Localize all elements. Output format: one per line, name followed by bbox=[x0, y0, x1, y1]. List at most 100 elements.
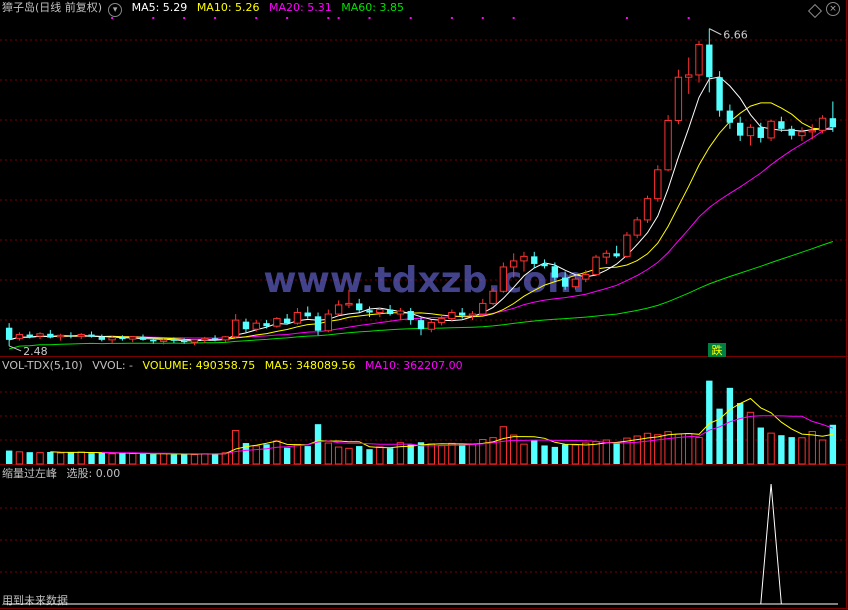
candle bbox=[685, 57, 693, 94]
candle-body bbox=[726, 110, 734, 123]
candle-body bbox=[582, 274, 590, 280]
candle-body bbox=[798, 131, 806, 137]
candle bbox=[334, 300, 343, 316]
candle-body bbox=[736, 122, 744, 136]
candle bbox=[798, 127, 806, 141]
candle bbox=[613, 245, 620, 258]
candle-body bbox=[242, 321, 250, 330]
candle-body bbox=[706, 44, 713, 78]
candle bbox=[77, 333, 85, 340]
candle bbox=[190, 339, 199, 346]
candle-body bbox=[674, 76, 683, 121]
candle-body bbox=[356, 303, 363, 311]
volume-bar bbox=[221, 452, 230, 465]
candle bbox=[427, 320, 435, 333]
candle-body bbox=[159, 339, 168, 342]
candle bbox=[283, 314, 291, 325]
candle-body bbox=[427, 321, 435, 330]
volume-bar bbox=[150, 454, 157, 464]
candle bbox=[623, 232, 631, 258]
candle-body bbox=[221, 336, 230, 341]
signal-dot bbox=[214, 17, 217, 19]
candle-body bbox=[778, 121, 785, 129]
ma10-line bbox=[8, 102, 833, 341]
volume-bar bbox=[201, 453, 209, 465]
volume-bar bbox=[818, 439, 827, 465]
candle-body bbox=[695, 44, 703, 76]
volume-bar bbox=[654, 434, 662, 465]
volume-bar bbox=[345, 447, 353, 465]
candle bbox=[633, 216, 641, 239]
candle-body bbox=[129, 336, 137, 340]
candle-body bbox=[304, 312, 311, 317]
candle-body bbox=[98, 336, 106, 340]
candle-body bbox=[47, 333, 54, 338]
volume-bar bbox=[767, 432, 775, 465]
volume-bar bbox=[448, 442, 456, 465]
candle bbox=[664, 115, 672, 172]
volume-bar bbox=[798, 437, 806, 465]
candle bbox=[818, 115, 827, 134]
candle-body bbox=[407, 311, 414, 321]
volume-bar bbox=[67, 452, 75, 464]
candle-body bbox=[437, 318, 446, 323]
candle-body bbox=[231, 319, 240, 338]
candle-body bbox=[571, 278, 580, 288]
candle-body bbox=[334, 304, 343, 315]
candle bbox=[56, 333, 65, 341]
candle-body bbox=[366, 310, 373, 313]
candle bbox=[746, 124, 755, 146]
candle-body bbox=[602, 252, 611, 258]
volume-bar bbox=[386, 448, 394, 464]
volume-bar bbox=[808, 431, 816, 465]
signal-dot bbox=[481, 17, 484, 19]
candle bbox=[242, 318, 250, 333]
volume-bar bbox=[5, 450, 13, 464]
high-pointer bbox=[709, 28, 722, 36]
volume-bar bbox=[159, 453, 168, 465]
candle bbox=[757, 122, 764, 143]
volume-bar bbox=[829, 424, 837, 464]
candle bbox=[273, 317, 281, 328]
candle-body bbox=[499, 266, 508, 292]
volume-bar bbox=[437, 444, 446, 465]
volume-bar bbox=[541, 445, 548, 464]
signal-dot bbox=[409, 17, 412, 19]
volume-bar bbox=[26, 452, 33, 464]
candle-body bbox=[458, 312, 466, 316]
volume-bar bbox=[190, 454, 199, 465]
candle bbox=[304, 306, 311, 319]
candle bbox=[767, 119, 775, 141]
candle-body bbox=[376, 308, 384, 314]
candle-body bbox=[664, 119, 672, 171]
volume-bar bbox=[252, 445, 260, 465]
candle bbox=[324, 309, 333, 333]
candle bbox=[129, 336, 137, 343]
candle bbox=[108, 336, 116, 343]
volume-bar bbox=[674, 433, 683, 465]
stock-chart[interactable]: www.tdxzb.com 6.66 2.48 跌 bbox=[0, 0, 848, 610]
volume-ma10-line bbox=[101, 415, 834, 455]
volume-bar bbox=[468, 443, 477, 465]
volume-bar bbox=[119, 453, 126, 464]
candle-body bbox=[468, 313, 477, 317]
candle bbox=[592, 254, 600, 277]
candle bbox=[293, 307, 302, 325]
candle bbox=[98, 334, 106, 342]
candle-body bbox=[108, 337, 116, 341]
candle-body bbox=[509, 260, 518, 268]
signal-dot bbox=[255, 17, 258, 19]
candle-body bbox=[633, 219, 641, 236]
volume-bar bbox=[520, 443, 528, 465]
candle-body bbox=[324, 313, 333, 332]
candle-body bbox=[190, 339, 199, 343]
candle-body bbox=[263, 323, 270, 327]
candle bbox=[602, 250, 611, 264]
candle bbox=[654, 165, 662, 202]
candle-body bbox=[613, 253, 620, 257]
candle-body bbox=[788, 128, 795, 136]
candle-body bbox=[252, 322, 260, 330]
volume-bar bbox=[211, 453, 219, 464]
candle-body bbox=[345, 302, 353, 306]
candle-body bbox=[757, 127, 764, 138]
